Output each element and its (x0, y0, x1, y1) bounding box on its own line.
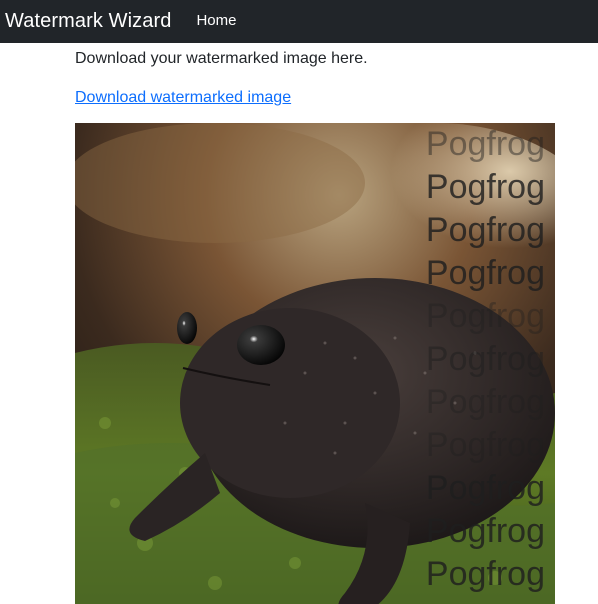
download-watermarked-link[interactable]: Download watermarked image (75, 87, 291, 109)
watermark-text-11: Pogfrog (425, 555, 545, 593)
main-content: Download your watermarked image here. Do… (75, 43, 555, 604)
watermark-text-8: Pogfrog (425, 426, 545, 464)
watermarked-image: Pogfrog Pogfrog Pogfrog Pogfrog Pogfrog … (75, 123, 555, 604)
download-message: Download your watermarked image here. (75, 50, 368, 67)
watermark-text-3: Pogfrog (425, 211, 545, 249)
nav-link-home[interactable]: Home (196, 12, 236, 29)
brand-link[interactable]: Watermark Wizard (5, 10, 171, 33)
watermark-text-10: Pogfrog (425, 512, 545, 550)
navbar: Watermark Wizard Home (0, 0, 598, 43)
watermark-text-1: Pogfrog (425, 125, 545, 163)
watermark-text-5: Pogfrog (425, 297, 545, 335)
watermark-text-7: Pogfrog (425, 383, 545, 421)
watermark-text-9: Pogfrog (425, 469, 545, 507)
watermark-text-4: Pogfrog (425, 254, 545, 292)
watermark-text-6: Pogfrog (425, 340, 545, 378)
watermark-text-2: Pogfrog (425, 168, 545, 206)
